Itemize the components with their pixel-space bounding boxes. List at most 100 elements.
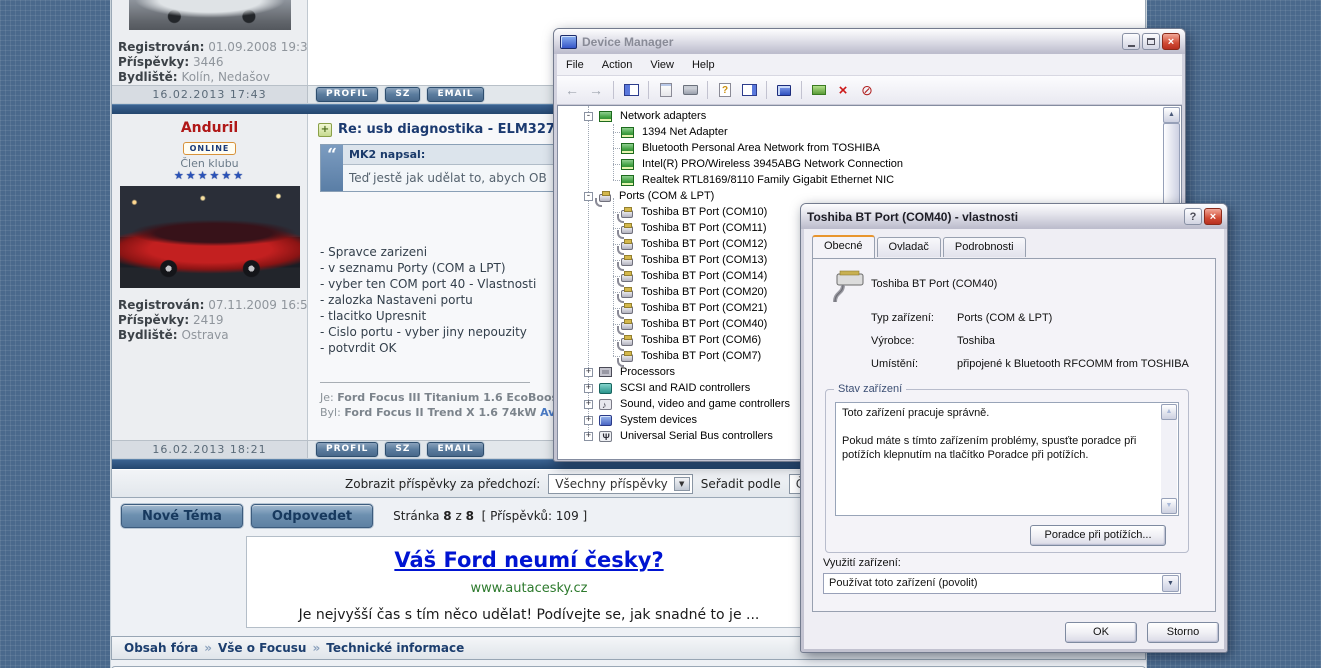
ad-text: Je nejvyšší čas s tím něco udělat! Podív… — [247, 607, 811, 623]
expand-minus-icon[interactable]: - — [584, 192, 593, 201]
maximize-button[interactable] — [1142, 33, 1160, 50]
port-icon — [621, 226, 633, 234]
dialog-title-bar[interactable]: Toshiba BT Port (COM40) - vlastnosti ? × — [801, 204, 1227, 229]
dropdown-arrow-icon[interactable]: ▼ — [674, 477, 690, 491]
toolbar: ←→? ×⊘ — [557, 76, 1182, 105]
expand-plus-icon[interactable]: + — [584, 400, 593, 409]
menu-view[interactable]: View — [641, 59, 683, 71]
tree-item-label: Sound, video and game controllers — [618, 398, 792, 410]
status-scroll-up-icon[interactable]: ▲ — [1161, 404, 1177, 420]
sz-button[interactable]: SZ — [385, 442, 420, 457]
online-badge: ONLINE — [183, 142, 237, 155]
post-icon[interactable]: + — [318, 123, 332, 137]
tree-item[interactable]: -Ports (COM & LPT) — [559, 188, 1163, 204]
minimize-icon — [1128, 45, 1135, 47]
tab-obecne[interactable]: Obecné — [812, 235, 875, 258]
posts-count-info: Příspěvky: 3446 — [118, 55, 301, 70]
expand-plus-icon[interactable]: + — [584, 384, 593, 393]
forward-icon[interactable]: → — [585, 80, 607, 100]
scsi-icon — [599, 383, 612, 394]
dialog-tabs: Obecné Ovladač Podrobnosti — [804, 229, 1224, 257]
toolbar-separator — [613, 81, 614, 99]
console-tree-icon[interactable] — [620, 80, 642, 100]
tree-item-label: Toshiba BT Port (COM7) — [639, 350, 763, 362]
period-select[interactable]: Všechny příspěvky ▼ — [548, 474, 692, 494]
device-usage-select[interactable]: Používat toto zařízení (povolit) ▼ — [823, 573, 1181, 594]
update-driver-icon[interactable] — [808, 80, 830, 100]
dialog-close-button[interactable]: × — [1204, 208, 1222, 225]
email-button[interactable]: EMAIL — [427, 442, 483, 457]
tab-ovladac[interactable]: Ovladač — [877, 237, 941, 257]
expand-minus-icon[interactable]: - — [584, 112, 593, 121]
tree-item-label: System devices — [618, 414, 699, 426]
reply-button[interactable]: Odpovedet — [251, 504, 373, 528]
network-adapter-icon — [621, 175, 634, 186]
window-title: Device Manager — [582, 35, 1122, 49]
profil-button[interactable]: PROFIL — [316, 87, 378, 102]
properties-icon[interactable] — [655, 80, 677, 100]
breadcrumb-link[interactable]: Vše o Focusu — [218, 641, 306, 655]
tab-podrobnosti[interactable]: Podrobnosti — [943, 237, 1026, 257]
tree-item[interactable]: Intel(R) PRO/Wireless 3945ABG Network Co… — [559, 156, 1163, 172]
post2-author[interactable]: Anduril — [112, 120, 307, 136]
profil-button[interactable]: PROFIL — [316, 442, 378, 457]
registered-info: Registrován: 07.11.2009 16:56 — [118, 298, 301, 313]
toolbar-separator — [766, 81, 767, 99]
network-adapter-icon — [621, 159, 634, 170]
menu-file[interactable]: File — [557, 59, 593, 71]
help-icon[interactable]: ? — [714, 80, 736, 100]
port-icon — [621, 322, 633, 330]
scan-icon[interactable] — [773, 80, 795, 100]
tree-item-label: Toshiba BT Port (COM14) — [639, 270, 769, 282]
toolbar-separator — [801, 81, 802, 99]
disable-icon[interactable]: × — [832, 80, 854, 100]
expand-plus-icon[interactable]: + — [584, 432, 593, 441]
port-icon — [621, 338, 633, 346]
show-pane-icon[interactable] — [738, 80, 760, 100]
rank-stars-icon: ★★★★★★ — [112, 170, 307, 182]
tree-item-label: Toshiba BT Port (COM20) — [639, 286, 769, 298]
menu-action[interactable]: Action — [593, 59, 642, 71]
toolbar-separator — [707, 81, 708, 99]
title-bar[interactable]: Device Manager × — [554, 29, 1185, 54]
menu-help[interactable]: Help — [683, 59, 724, 71]
help-button[interactable]: ? — [1184, 208, 1202, 225]
tree-item[interactable]: 1394 Net Adapter — [559, 124, 1163, 140]
device-status-legend: Stav zařízení — [834, 383, 906, 395]
port-icon — [621, 306, 633, 314]
status-scroll-down-icon[interactable]: ▼ — [1161, 498, 1177, 514]
breadcrumb-link[interactable]: Technické informace — [326, 641, 464, 655]
breadcrumb-link[interactable]: Obsah fóra — [124, 641, 198, 655]
network-adapter-icon — [599, 111, 612, 122]
new-topic-button[interactable]: Nové Téma — [121, 504, 243, 528]
print-icon[interactable] — [679, 80, 701, 100]
paging-info: Stránka 8 z 8 [ Příspěvků: 109 ] — [393, 509, 587, 523]
tree-item[interactable]: Bluetooth Personal Area Network from TOS… — [559, 140, 1163, 156]
status-scrollbar[interactable]: ▲ ▼ — [1161, 404, 1177, 514]
tree-item[interactable]: Realtek RTL8169/8110 Family Gigabit Ethe… — [559, 172, 1163, 188]
troubleshoot-button[interactable]: Poradce při potížích... — [1030, 525, 1166, 546]
properties-dialog: Toshiba BT Port (COM40) - vlastnosti ? ×… — [800, 203, 1228, 653]
uninstall-icon[interactable]: ⊘ — [856, 80, 878, 100]
ok-button[interactable]: OK — [1065, 622, 1137, 643]
ad-link[interactable]: Váš Ford neumí česky? — [247, 548, 811, 572]
back-icon[interactable]: ← — [561, 80, 583, 100]
ad-url[interactable]: www.autacesky.cz — [247, 581, 811, 596]
expand-plus-icon[interactable]: + — [584, 416, 593, 425]
expand-plus-icon[interactable]: + — [584, 368, 593, 377]
cancel-button[interactable]: Storno — [1147, 622, 1219, 643]
post2-date: 16.02.2013 18:21 — [112, 441, 308, 458]
tree-item-label: 1394 Net Adapter — [640, 126, 730, 138]
device-status-box[interactable]: Toto zařízení pracuje správně. Pokud mát… — [835, 402, 1179, 516]
email-button[interactable]: EMAIL — [427, 87, 483, 102]
device-type-row: Typ zařízení:Ports (COM & LPT) — [871, 311, 1205, 325]
minimize-button[interactable] — [1122, 33, 1140, 50]
combo-arrow-icon[interactable]: ▼ — [1162, 575, 1179, 592]
close-button[interactable]: × — [1162, 33, 1180, 50]
post1-author-panel: Registrován: 01.09.2008 19:30 Příspěvky:… — [112, 0, 308, 85]
tree-item[interactable]: -Network adapters — [559, 108, 1163, 124]
scroll-up-icon[interactable]: ▲ — [1163, 107, 1180, 123]
sz-button[interactable]: SZ — [385, 87, 420, 102]
post2-user-photo — [120, 186, 300, 288]
tree-item-label: Toshiba BT Port (COM10) — [639, 206, 769, 218]
